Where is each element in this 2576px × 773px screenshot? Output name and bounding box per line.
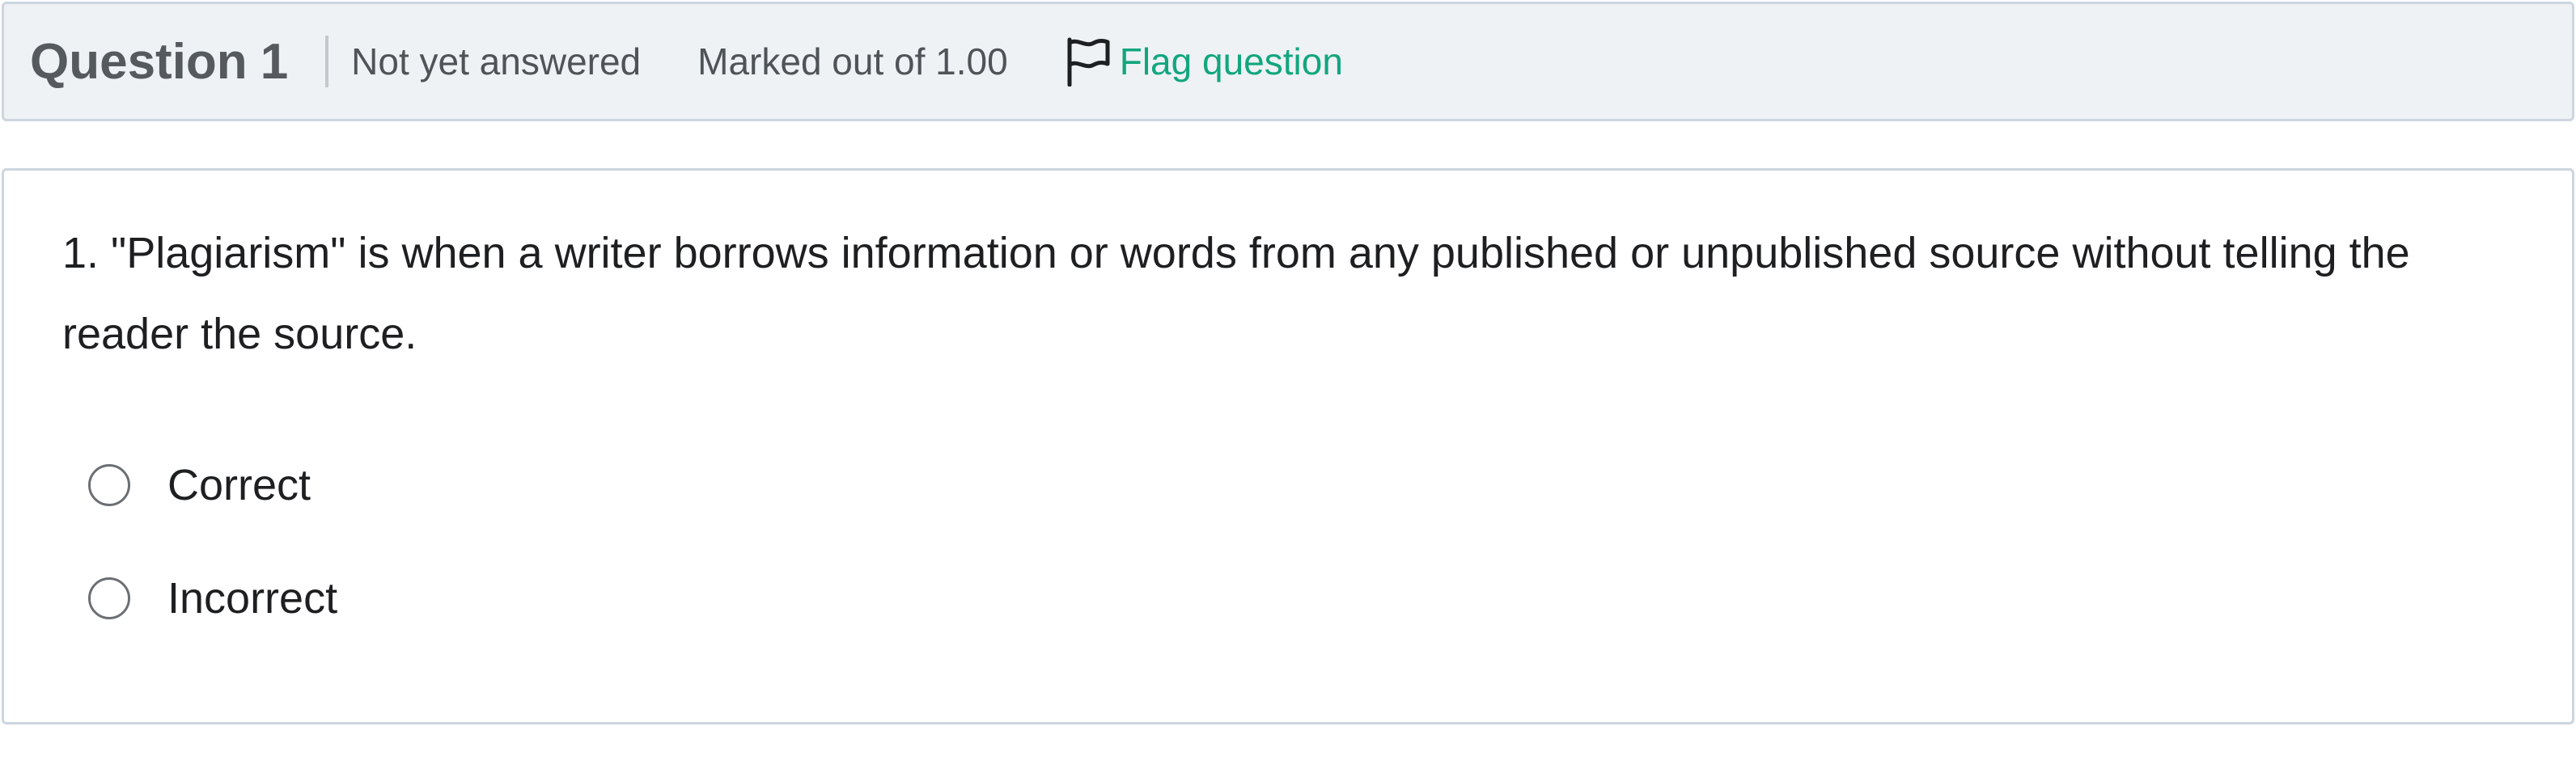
flag-question-link[interactable]: Flag question [1065, 36, 1343, 87]
radio-button-incorrect[interactable] [88, 577, 130, 619]
question-content-card: 1. "Plagiarism" is when a writer borrows… [2, 168, 2574, 724]
answer-option-correct[interactable]: Correct [88, 460, 311, 510]
quiz-page: Question 1 Not yet answered Marked out of… [0, 0, 2576, 773]
answer-option-incorrect[interactable]: Incorrect [88, 573, 337, 623]
question-text: 1. "Plagiarism" is when a writer borrows… [62, 229, 2410, 358]
question-grade: Marked out of 1.00 [697, 40, 1008, 82]
question-number: 1 [260, 33, 289, 90]
answer-label-incorrect[interactable]: Incorrect [167, 573, 337, 623]
radio-button-correct[interactable] [88, 464, 130, 506]
question-state: Not yet answered [351, 40, 642, 82]
info-divider [325, 36, 329, 87]
question-title: Question 1 [30, 33, 288, 91]
flag-outline-icon [1067, 37, 1110, 87]
answer-label-correct[interactable]: Correct [167, 460, 311, 510]
question-title-word: Question [30, 33, 248, 90]
question-info-bar: Question 1 Not yet answered Marked out of… [2, 2, 2574, 121]
flag-question-label[interactable]: Flag question [1120, 40, 1343, 83]
